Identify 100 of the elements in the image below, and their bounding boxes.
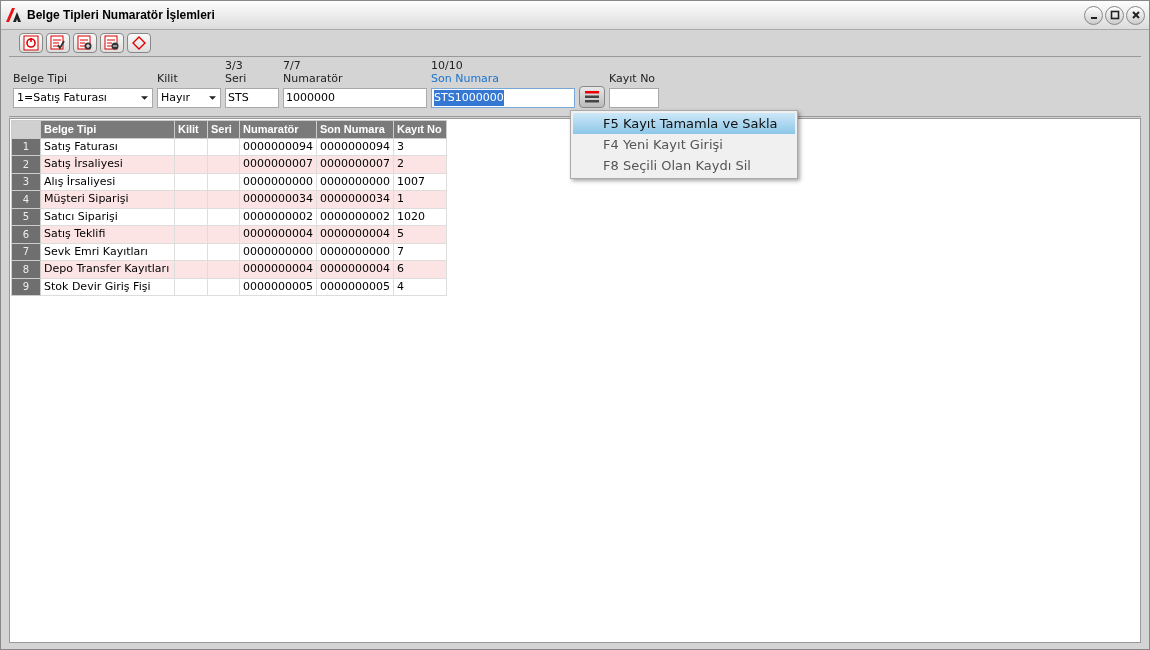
table-cell: 7 (393, 243, 447, 261)
table-cell: 6 (393, 260, 447, 278)
table-cell: 0000000007 (239, 155, 317, 173)
minimize-icon (1090, 16, 1097, 19)
toolbar-button[interactable] (100, 33, 124, 53)
maximize-icon (1109, 10, 1120, 20)
table-cell: 5 (393, 225, 447, 243)
table-cell: Satış İrsaliyesi (40, 155, 175, 173)
character-counter: 7/7 (283, 60, 302, 72)
table-cell: Stok Devir Giriş Fişi (40, 278, 175, 296)
table-cell: 0000000005 (316, 278, 394, 296)
table-cell (174, 155, 208, 173)
input-field[interactable]: STS1000000 (431, 88, 575, 108)
table-cell (207, 190, 240, 208)
menu-icon (585, 91, 599, 103)
table-cell: 2 (393, 155, 447, 173)
field-label: Numaratör (283, 72, 344, 86)
field-label: Seri (225, 72, 248, 86)
toolbar-button[interactable] (73, 33, 97, 53)
table-cell (174, 243, 208, 261)
input-field[interactable]: STS (225, 88, 279, 108)
table-cell (207, 260, 240, 278)
table-cell (207, 138, 240, 156)
field-label: Son Numara (431, 72, 501, 86)
field-label: Belge Tipi (13, 72, 69, 86)
column-header[interactable]: Kayıt No (393, 120, 447, 138)
table-cell: 0000000002 (316, 208, 394, 226)
table-cell: 0000000034 (239, 190, 317, 208)
table-cell: Alış İrsaliyesi (40, 173, 175, 191)
field-value: 1000000 (286, 89, 335, 106)
table-cell (174, 173, 208, 191)
table-cell (174, 225, 208, 243)
column-header[interactable]: Belge Tipi (40, 120, 175, 138)
table-cell: 0000000004 (239, 225, 317, 243)
logo-icon (5, 7, 23, 23)
table-cell (207, 155, 240, 173)
table-cell (207, 243, 240, 261)
list-remove-icon (103, 34, 121, 52)
table-cell (174, 138, 208, 156)
caret-icon (141, 96, 148, 100)
table-cell (174, 278, 208, 296)
table-cell: 0000000094 (316, 138, 394, 156)
field-label: Kilit (157, 72, 179, 86)
table-cell (174, 190, 208, 208)
table-cell: 0000000000 (316, 173, 394, 191)
table-cell: 1007 (393, 173, 447, 191)
table-cell (174, 208, 208, 226)
table-cell: 0000000007 (316, 155, 394, 173)
toolbar-button[interactable] (46, 33, 70, 53)
table-cell: 0000000000 (239, 243, 317, 261)
table-cell (207, 208, 240, 226)
corner-header (11, 120, 41, 138)
table-cell (207, 173, 240, 191)
list-add-icon (76, 34, 94, 52)
minimize-button[interactable] (1084, 5, 1103, 25)
dropdown-field[interactable]: Hayır (157, 88, 221, 108)
dropdown-value: 1=Satış Faturası (16, 89, 108, 106)
table-cell (207, 225, 240, 243)
dropdown-field[interactable]: 1=Satış Faturası (13, 88, 153, 108)
column-header[interactable]: Son Numara (316, 120, 394, 138)
menu-item[interactable]: F5 Kayıt Tamamla ve Sakla (573, 113, 795, 134)
close-icon (1130, 10, 1141, 20)
window-title: Belge Tipleri Numaratör İşlemleri (27, 7, 216, 24)
table-cell: Satış Faturası (40, 138, 175, 156)
eraser-icon (130, 34, 148, 52)
table-cell: Satıcı Siparişi (40, 208, 175, 226)
power-icon (22, 34, 40, 52)
table-cell (207, 278, 240, 296)
table-cell: Satış Teklifi (40, 225, 175, 243)
table-cell: 1020 (393, 208, 447, 226)
table-cell: Sevk Emri Kayıtları (40, 243, 175, 261)
table-cell: 0000000094 (239, 138, 317, 156)
table-cell: 0000000002 (239, 208, 317, 226)
menu-item[interactable]: F4 Yeni Kayıt Girişi (573, 134, 795, 155)
field-value: STS (228, 89, 249, 106)
maximize-button[interactable] (1105, 5, 1124, 25)
input-field[interactable]: 1000000 (283, 88, 427, 108)
table-cell: 0000000004 (316, 260, 394, 278)
column-header[interactable]: Numaratör (239, 120, 317, 138)
table-cell: 4 (393, 278, 447, 296)
dropdown-value: Hayır (160, 89, 192, 106)
table-cell: 0000000004 (316, 225, 394, 243)
menu-item[interactable]: F8 Seçili Olan Kaydı Sil (573, 155, 795, 176)
column-header[interactable]: Kilit (174, 120, 208, 138)
table-cell (174, 260, 208, 278)
close-button[interactable] (1126, 5, 1145, 25)
table-cell: 0000000000 (239, 173, 317, 191)
caret-icon (209, 96, 216, 100)
character-counter: 10/10 (431, 60, 464, 72)
field-label: Kayıt No (609, 72, 657, 86)
table-cell: 0000000034 (316, 190, 394, 208)
table-cell: 1 (393, 190, 447, 208)
table-cell: Müşteri Siparişi (40, 190, 175, 208)
column-header[interactable]: Seri (207, 120, 240, 138)
table-cell: 0000000000 (316, 243, 394, 261)
input-field[interactable] (609, 88, 659, 108)
character-counter: 3/3 (225, 60, 244, 72)
menu-button[interactable] (579, 86, 605, 108)
table-cell: 0000000004 (239, 260, 317, 278)
checklist-icon (49, 34, 67, 52)
